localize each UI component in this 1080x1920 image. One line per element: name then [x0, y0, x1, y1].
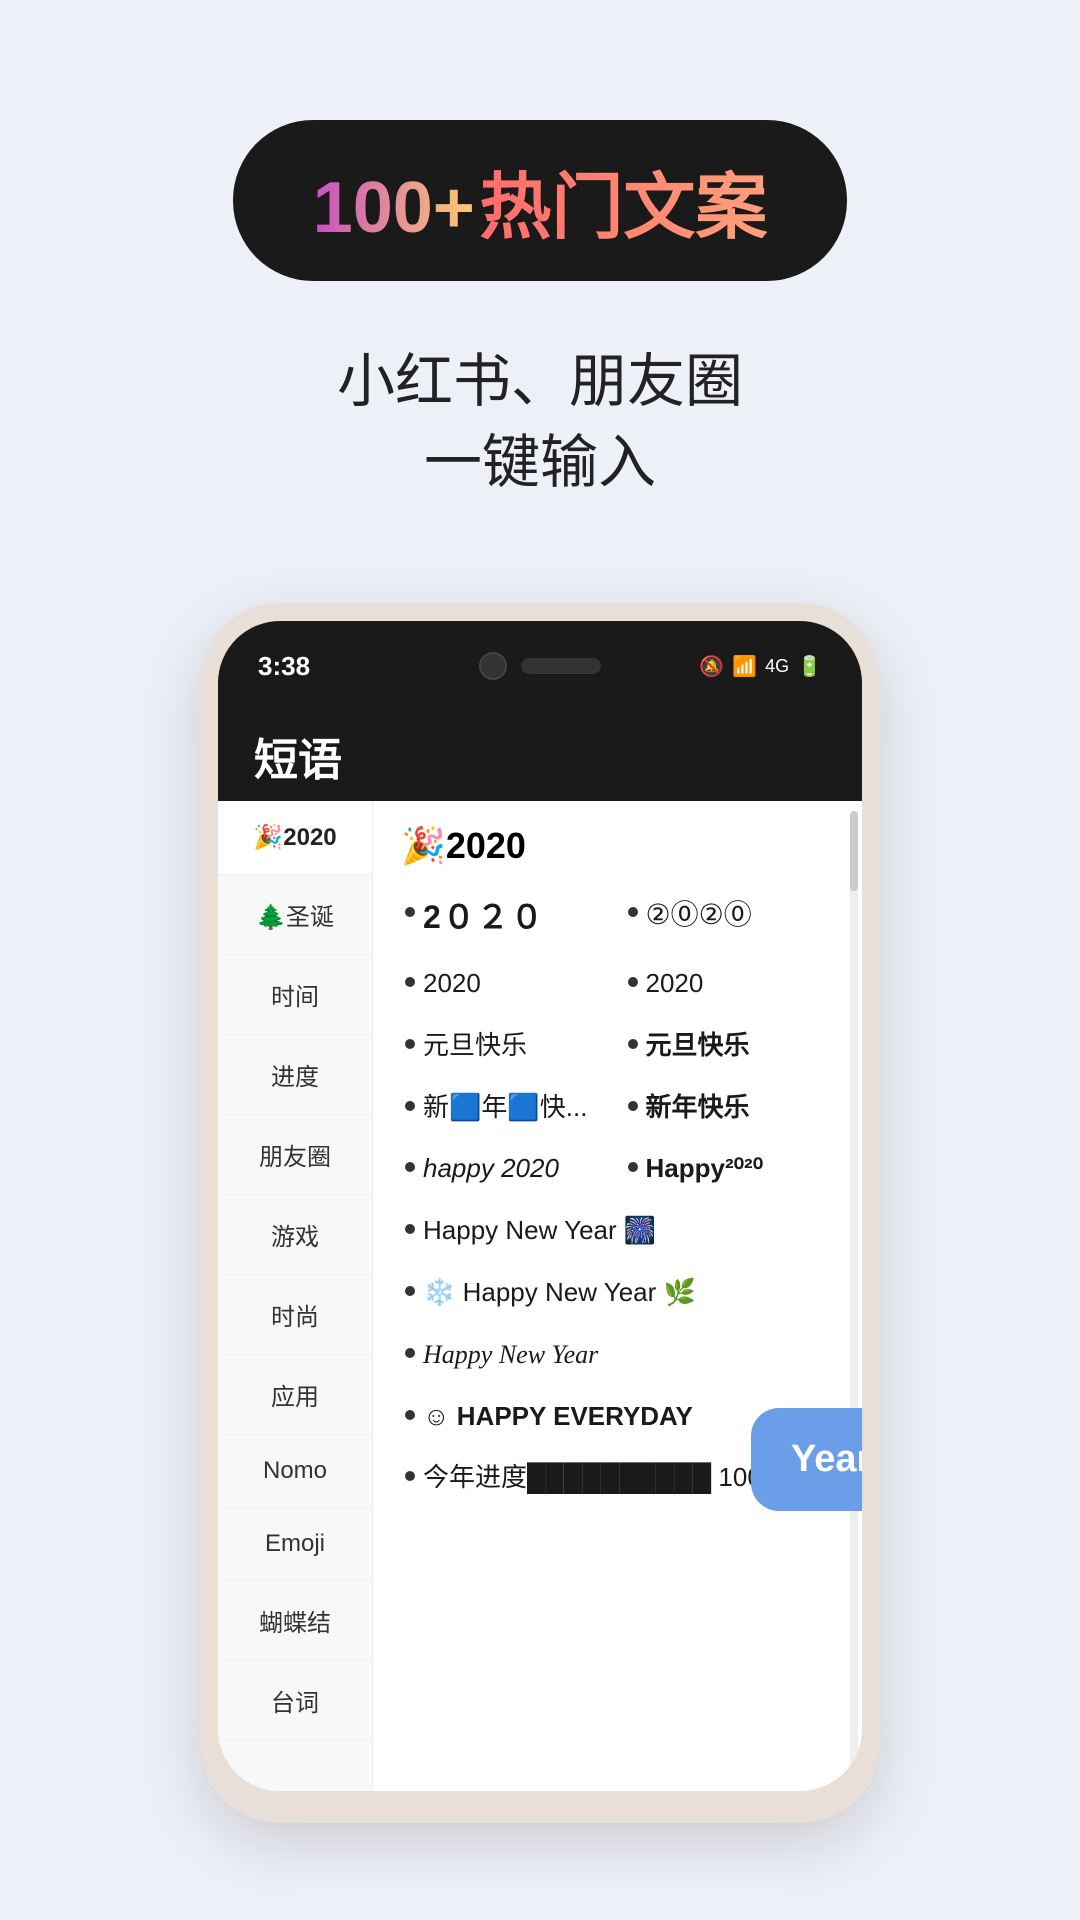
- list-item[interactable]: Happy New Year 🎆: [401, 1204, 834, 1258]
- wifi-icon: 📶: [732, 654, 757, 679]
- bullet-icon: [405, 1039, 415, 1049]
- phone-outer: 3:38 🔕 📶 4G 🔋 短语 🎉2020 🌲圣诞 时间 进度: [200, 603, 880, 1823]
- camera-area: [479, 652, 601, 680]
- bullet-icon: [628, 1039, 638, 1049]
- status-icons: 🔕 📶 4G 🔋: [699, 654, 822, 679]
- item-text: 新年快乐: [646, 1091, 750, 1125]
- item-text: ☺ HAPPY EVERYDAY: [423, 1400, 693, 1434]
- list-item[interactable]: 2０２０: [401, 887, 612, 949]
- bullet-icon: [628, 1162, 638, 1172]
- status-bar: 3:38 🔕 📶 4G 🔋: [218, 621, 862, 711]
- scrollbar-thumb[interactable]: [850, 811, 858, 891]
- section-title: 🎉2020: [401, 825, 834, 867]
- item-text: 元旦快乐: [423, 1029, 527, 1063]
- list-item[interactable]: happy 2020: [401, 1142, 612, 1196]
- bullet-icon: [405, 1162, 415, 1172]
- bullet-icon: [405, 1471, 415, 1481]
- item-text: ②⓪②⓪: [646, 897, 752, 933]
- item-text: 元旦快乐: [646, 1029, 750, 1063]
- item-text: Happy New Year: [423, 1338, 598, 1372]
- tooltip-bubble: Year Pr: [751, 1408, 862, 1511]
- scrollbar-track[interactable]: [850, 811, 858, 1781]
- list-item[interactable]: ②⓪②⓪: [624, 887, 835, 949]
- sidebar-item-nomo[interactable]: Nomo: [218, 1435, 372, 1508]
- bullet-icon: [628, 977, 638, 987]
- list-item[interactable]: Happy²⁰²⁰: [624, 1142, 835, 1196]
- app-bar: 短语: [218, 711, 862, 801]
- top-section: 100+ 热门文案 小红书、朋友圈 一键输入: [0, 0, 1080, 563]
- bullet-icon: [405, 1410, 415, 1420]
- item-text: Happy²⁰²⁰: [646, 1152, 764, 1186]
- list-item[interactable]: 2020: [401, 957, 612, 1011]
- app-title: 短语: [254, 724, 342, 788]
- list-item[interactable]: ❄️ Happy New Year 🌿: [401, 1266, 834, 1320]
- bullet-icon: [405, 1348, 415, 1358]
- bullet-icon: [405, 1286, 415, 1296]
- sidebar-item-time[interactable]: 时间: [218, 955, 372, 1035]
- list-item[interactable]: 2020: [624, 957, 835, 1011]
- subtitle-line2: 一键输入: [424, 430, 656, 495]
- bullet-icon: [405, 977, 415, 987]
- list-item[interactable]: Happy New Year: [401, 1328, 834, 1382]
- item-text: 2０２０: [423, 897, 545, 939]
- list-item[interactable]: 新🟦年🟦快...: [401, 1081, 612, 1135]
- status-time: 3:38: [258, 651, 310, 682]
- badge-hot-text: 热门文案: [479, 168, 767, 248]
- sidebar-item-app[interactable]: 应用: [218, 1355, 372, 1435]
- list-item[interactable]: 元旦快乐: [401, 1019, 612, 1073]
- camera-icon: [479, 652, 507, 680]
- list-item[interactable]: 元旦快乐: [624, 1019, 835, 1073]
- subtitle-line1: 小红书、朋友圈: [337, 349, 743, 414]
- item-text: 新🟦年🟦快...: [423, 1091, 587, 1125]
- sidebar-item-fashion[interactable]: 时尚: [218, 1275, 372, 1355]
- sidebar-item-bowknot[interactable]: 蝴蝶结: [218, 1581, 372, 1661]
- signal-icon: 4G: [765, 656, 789, 677]
- sidebar-item-emoji[interactable]: Emoji: [218, 1508, 372, 1581]
- item-text: happy 2020: [423, 1152, 559, 1186]
- content-area: 🎉2020 2０２０ ②⓪②⓪ 2020: [373, 801, 862, 1791]
- sidebar-item-game[interactable]: 游戏: [218, 1195, 372, 1275]
- sidebar-item-christmas[interactable]: 🌲圣诞: [218, 875, 372, 955]
- bell-icon: 🔕: [699, 654, 724, 679]
- speaker: [521, 658, 601, 674]
- bullet-icon: [628, 1101, 638, 1111]
- tooltip-text: Year Pr: [791, 1438, 862, 1480]
- badge-pill: 100+ 热门文案: [233, 120, 848, 281]
- list-item[interactable]: 新年快乐: [624, 1081, 835, 1135]
- sidebar-item-lines[interactable]: 台词: [218, 1661, 372, 1741]
- badge-100-text: 100+: [313, 168, 475, 248]
- item-text: 今年进度██████████ 100%: [423, 1461, 785, 1495]
- phone-content: 🎉2020 🌲圣诞 时间 进度 朋友圈 游戏 时尚 应用 Nomo Emoji …: [218, 801, 862, 1791]
- bullet-icon: [405, 1101, 415, 1111]
- section-title-text: 🎉2020: [401, 825, 526, 867]
- bullet-icon: [628, 907, 638, 917]
- subtitle: 小红书、朋友圈 一键输入: [337, 341, 743, 503]
- phone-mockup: 3:38 🔕 📶 4G 🔋 短语 🎉2020 🌲圣诞 时间 进度: [0, 603, 1080, 1823]
- sidebar-item-moments[interactable]: 朋友圈: [218, 1115, 372, 1195]
- item-text: 2020: [423, 967, 481, 1001]
- bullet-icon: [405, 1224, 415, 1234]
- battery-icon: 🔋: [797, 654, 822, 679]
- item-text: Happy New Year 🎆: [423, 1214, 656, 1248]
- item-text: ❄️ Happy New Year 🌿: [423, 1276, 696, 1310]
- bullet-icon: [405, 907, 415, 917]
- item-text: 2020: [646, 967, 704, 1001]
- category-sidebar[interactable]: 🎉2020 🌲圣诞 时间 进度 朋友圈 游戏 时尚 应用 Nomo Emoji …: [218, 801, 373, 1791]
- sidebar-item-progress[interactable]: 进度: [218, 1035, 372, 1115]
- sidebar-item-2020[interactable]: 🎉2020: [218, 801, 372, 875]
